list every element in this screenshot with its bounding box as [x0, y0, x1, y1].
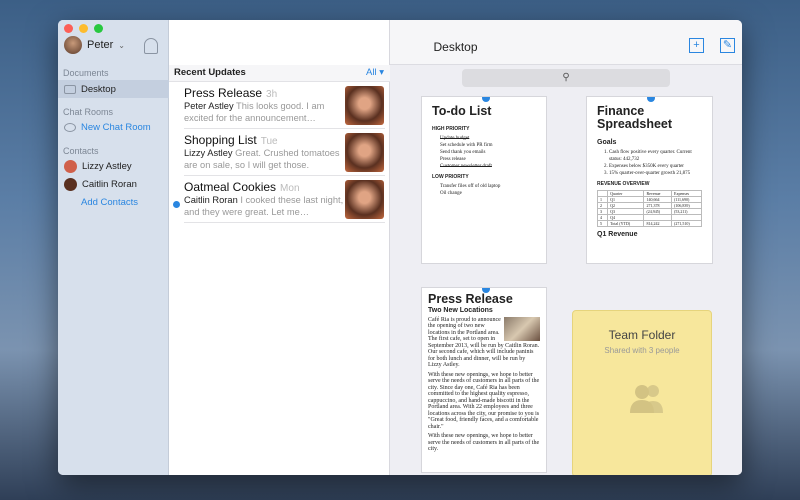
table-row: 1 Q1 140,664 (111,690): [596, 196, 702, 203]
table-row: Quarter Revenue Expenses: [596, 190, 702, 197]
chevron-down-icon: ⌄: [118, 40, 125, 50]
item-author: Peter Astley: [184, 101, 234, 111]
todo-item: Transfer files off of old laptop: [440, 184, 501, 189]
list-item[interactable]: Press Release 3h Peter Astley This looks …: [169, 82, 390, 129]
team-folder[interactable]: Team Folder Shared with 3 people: [572, 310, 712, 475]
bell-icon[interactable]: [144, 38, 158, 54]
todo-item: Oil change: [440, 191, 462, 196]
sidebar: Peter ⌄ Documents Desktop Chat Rooms New …: [58, 20, 169, 475]
filter-dropdown[interactable]: All ▾: [366, 67, 384, 78]
revenue-table: Quarter Revenue Expenses 1 Q1 140,664 (111,690…: [596, 190, 702, 227]
sidebar-item-new-chat-room[interactable]: New Chat Room: [58, 118, 169, 136]
doc-title: Press Release: [428, 292, 513, 306]
doc-paragraph: With these new openings, we hope to bett…: [428, 433, 540, 452]
item-time: Tue: [260, 136, 278, 147]
pin-icon: [647, 97, 655, 102]
section-chat-rooms: Chat Rooms: [63, 107, 114, 117]
item-author: Lizzy Astley: [184, 148, 233, 158]
table-cell: 5: [596, 220, 609, 227]
item-time: Mon: [280, 183, 300, 194]
table-cell: Total (YTD): [607, 220, 645, 227]
desktop-icon: [64, 84, 76, 94]
search-field[interactable]: ⚲: [462, 69, 670, 87]
list-item[interactable]: Oatmeal Cookies Mon Caitlin Roran I cooke…: [169, 176, 390, 223]
chat-bubble-icon: [64, 122, 76, 132]
add-contacts-link[interactable]: Add Contacts: [58, 193, 169, 211]
table-row: 5 Total (YTD) 814,242 (271,510): [596, 220, 702, 227]
sidebar-item-label: Desktop: [81, 83, 116, 95]
unread-dot: [173, 201, 180, 208]
close-button[interactable]: [64, 24, 73, 33]
folder-subtitle: Shared with 3 people: [604, 346, 680, 355]
doc-finance-spreadsheet[interactable]: Finance Spreadsheet Goals Cash flow posi…: [586, 96, 713, 264]
thumbnail: [345, 133, 384, 172]
doc-title: To-do List: [432, 104, 492, 118]
list-item[interactable]: Shopping List Tue Lizzy Astley Great. Cru…: [169, 129, 390, 176]
avatar: [64, 177, 77, 191]
user-name: Peter: [87, 39, 114, 51]
table-cell: 814,242: [643, 220, 672, 227]
thumbnail: [345, 180, 384, 219]
contact-name: Lizzy Astley: [82, 160, 132, 172]
item-title: Shopping List: [184, 133, 257, 147]
contact-name: Caitlin Roran: [82, 178, 137, 190]
thumbnail: [345, 86, 384, 125]
avatar: [64, 36, 82, 54]
todo-item: Press release: [440, 157, 466, 162]
list-header: Recent Updates All ▾: [169, 65, 390, 82]
doc-title: Finance Spreadsheet: [597, 104, 673, 131]
people-icon: [630, 385, 663, 413]
new-document-button[interactable]: +: [689, 38, 704, 53]
doc-heading: HIGH PRIORITY: [432, 126, 470, 132]
item-author: Caitlin Roran: [184, 195, 238, 205]
press-photo: [504, 316, 540, 341]
todo-item: Customer newsletter draft: [440, 164, 492, 169]
table-row: 3 Q3 (24,945) (53,211): [596, 208, 702, 215]
goal-item: Expenses below $350K every quarter: [609, 163, 702, 170]
window-controls: [64, 24, 103, 33]
contact-lizzy-astley[interactable]: Lizzy Astley: [58, 157, 169, 175]
doc-todo-list[interactable]: To-do List HIGH PRIORITY Update budget Se…: [421, 96, 547, 264]
item-title: Oatmeal Cookies: [184, 180, 277, 194]
zoom-button[interactable]: [94, 24, 103, 33]
table-cell: (271,510): [671, 220, 702, 227]
contact-caitlin-roran[interactable]: Caitlin Roran: [58, 175, 169, 193]
app-window: Peter ⌄ Documents Desktop Chat Rooms New …: [58, 20, 742, 475]
table-row: 2 Q2 271,378 (106,839): [596, 202, 702, 209]
minimize-button[interactable]: [79, 24, 88, 33]
doc-heading: REVENUE OVERVIEW: [597, 181, 650, 187]
pin-icon: [482, 97, 490, 102]
todo-item: Update budget: [440, 136, 470, 141]
list-header-title: Recent Updates: [174, 67, 246, 78]
document-grid: ⚲ To-do List HIGH PRIORITY Update budget…: [390, 65, 742, 475]
item-title: Press Release: [184, 86, 263, 100]
todo-item: Set schedule with PR firm: [440, 143, 493, 148]
doc-press-release[interactable]: Press Release Two New Locations Café Ria…: [421, 287, 547, 473]
item-time: 3h: [266, 89, 278, 100]
doc-heading: LOW PRIORITY: [432, 174, 469, 180]
section-documents: Documents: [63, 68, 109, 78]
avatar: [64, 159, 77, 173]
todo-item: Send thank you emails: [440, 150, 486, 155]
doc-heading: Q1 Revenue: [597, 231, 638, 238]
goal-item: Cash flow positive every quarter. Curren…: [609, 149, 702, 163]
compose-icon[interactable]: ✎: [720, 38, 735, 53]
doc-paragraph: With these new openings, we hope to bett…: [428, 371, 540, 430]
goal-item: 15% quarter-over-quarter growth 21,875: [609, 170, 702, 177]
sidebar-item-desktop[interactable]: Desktop: [58, 80, 169, 98]
doc-heading: Two New Locations: [428, 307, 493, 314]
search-icon: ⚲: [562, 72, 570, 83]
doc-heading: Goals: [597, 139, 617, 146]
user-menu[interactable]: Peter ⌄: [64, 36, 125, 54]
section-contacts: Contacts: [63, 146, 99, 156]
folder-title: Team Folder: [608, 328, 676, 342]
sidebar-item-label: New Chat Room: [81, 121, 151, 133]
